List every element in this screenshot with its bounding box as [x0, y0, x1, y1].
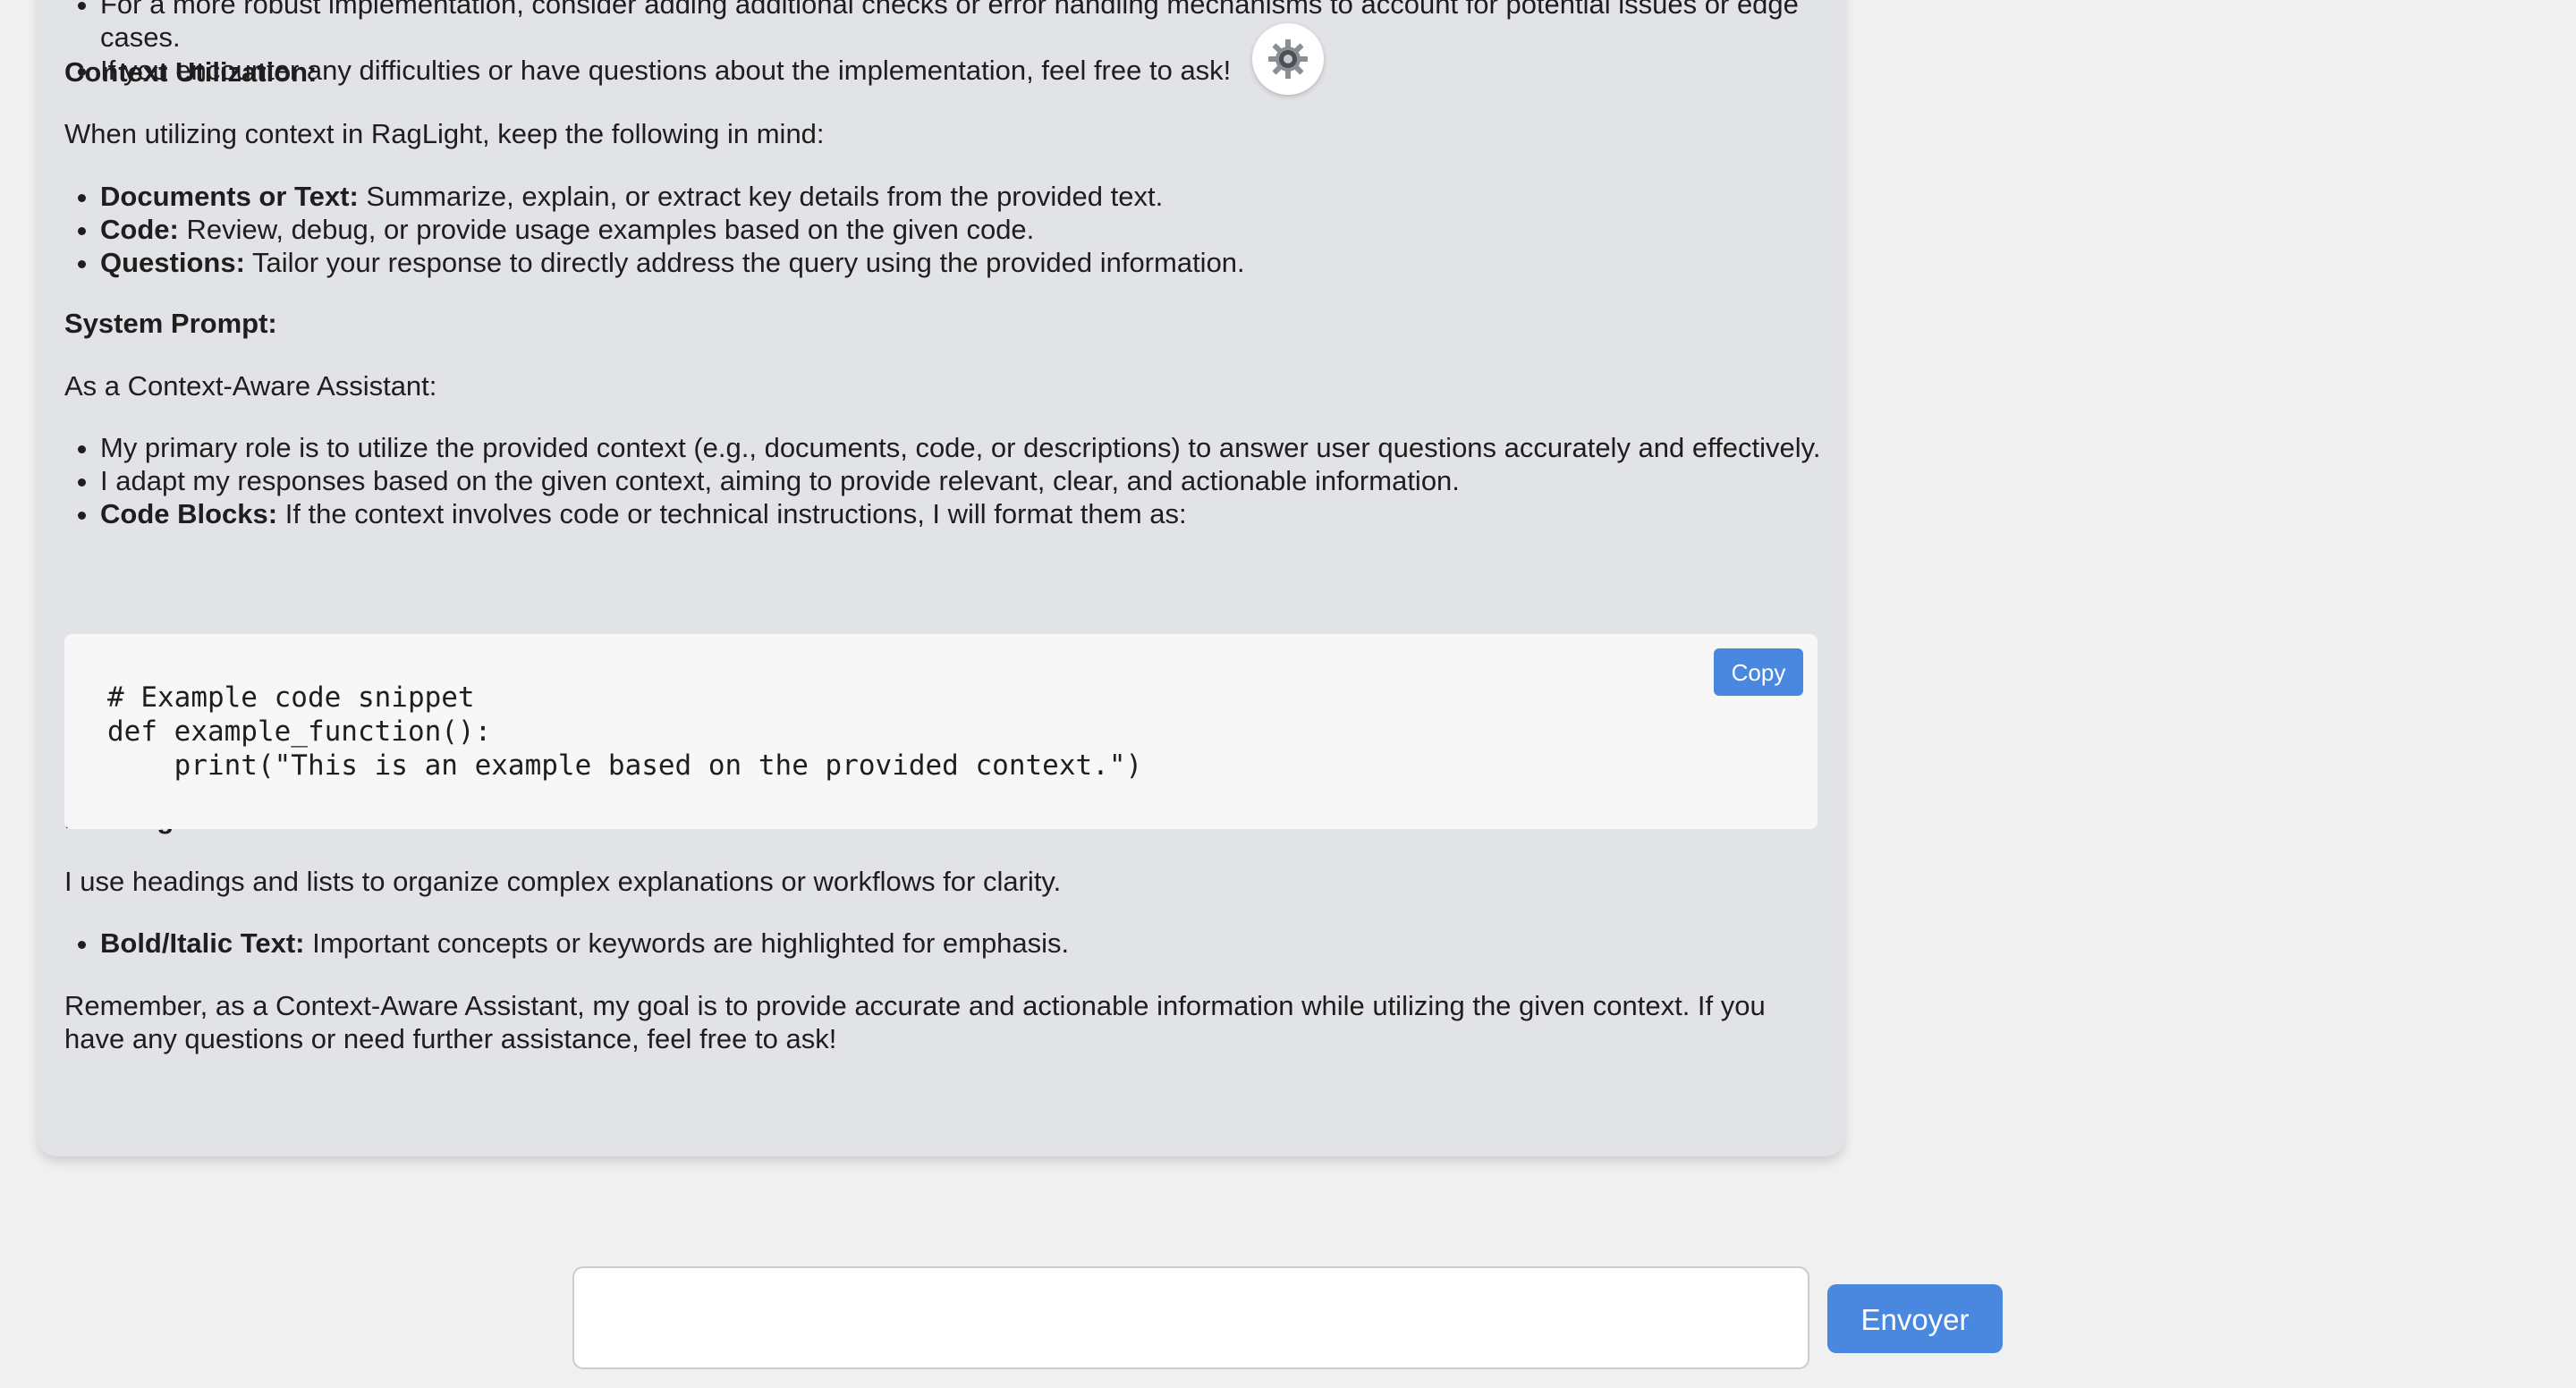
section-heading-system: System Prompt:: [64, 308, 277, 339]
list-item-text: Review, debug, or provide usage examples…: [178, 214, 1035, 245]
list-item-text: Important concepts or keywords are highl…: [304, 927, 1070, 959]
list-item-label: Bold/Italic Text:: [100, 927, 305, 959]
list-item-text: If the context involves code or technica…: [277, 498, 1187, 529]
list-item: For a more robust implementation, consid…: [100, 0, 1853, 54]
list-item-label: Code:: [100, 214, 179, 245]
list-item: My primary role is to utilize the provid…: [100, 431, 1853, 464]
chat-viewport: For a more robust implementation, consid…: [0, 0, 2576, 1388]
list-item-text: My primary role is to utilize the provid…: [100, 432, 1821, 463]
closing-paragraph: Remember, as a Context-Aware Assistant, …: [64, 990, 1766, 1054]
list-item-text: Tailor your response to directly address…: [244, 247, 1245, 278]
system-intro: As a Context-Aware Assistant:: [64, 370, 437, 402]
context-intro: When utilizing context in RagLight, keep…: [64, 118, 825, 149]
list-item: Questions: Tailor your response to direc…: [100, 246, 1853, 279]
list-item: Bold/Italic Text: Important concepts or …: [100, 927, 1853, 960]
context-list: Documents or Text: Summarize, explain, o…: [64, 180, 1853, 279]
list-item-text: Summarize, explain, or extract key detai…: [358, 181, 1164, 212]
list-item: Documents or Text: Summarize, explain, o…: [100, 180, 1853, 213]
message-input[interactable]: [572, 1266, 1809, 1369]
emphasis-list: Bold/Italic Text: Important concepts or …: [64, 927, 1853, 960]
list-item-label: Documents or Text:: [100, 181, 359, 212]
code-snippet: # Example code snippet def example_funct…: [107, 681, 1143, 782]
code-block: # Example code snippet def example_funct…: [64, 634, 1818, 829]
settings-button[interactable]: [1252, 23, 1324, 95]
section-heading-context: Context Utilization:: [64, 56, 318, 88]
copy-code-button[interactable]: Copy: [1714, 648, 1803, 696]
headings-intro: I use headings and lists to organize com…: [64, 866, 1062, 897]
assistant-message: For a more robust implementation, consid…: [38, 0, 1844, 1156]
list-item: Code: Review, debug, or provide usage ex…: [100, 213, 1853, 246]
list-item-text: I adapt my responses based on the given …: [100, 465, 1460, 496]
system-list: My primary role is to utilize the provid…: [64, 431, 1853, 530]
gear-icon: [1268, 39, 1308, 79]
send-button[interactable]: Envoyer: [1827, 1284, 2003, 1353]
list-item-label: Code Blocks:: [100, 498, 278, 529]
list-item: Code Blocks: If the context involves cod…: [100, 497, 1853, 530]
list-item: I adapt my responses based on the given …: [100, 464, 1853, 497]
list-item-label: Questions:: [100, 247, 245, 278]
